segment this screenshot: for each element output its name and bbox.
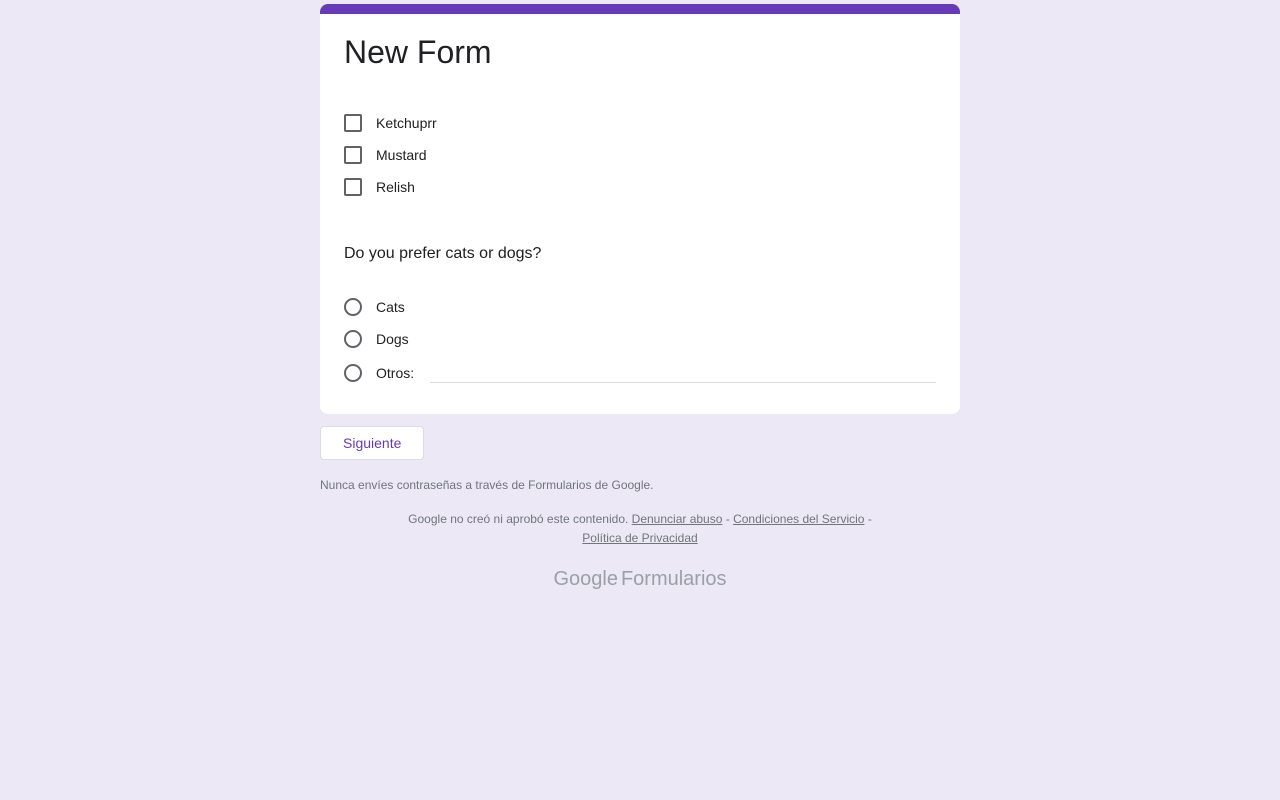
privacy-link[interactable]: Política de Privacidad <box>582 531 697 545</box>
nav-row: Siguiente <box>320 414 960 472</box>
report-abuse-link[interactable]: Denunciar abuso <box>632 512 723 526</box>
separator: - <box>722 512 733 526</box>
separator: - <box>864 512 871 526</box>
checkbox-icon[interactable] <box>344 146 362 164</box>
checkbox-label: Ketchuprr <box>376 115 437 131</box>
terms-link[interactable]: Condiciones del Servicio <box>733 512 864 526</box>
radio-option-other[interactable]: Otros: <box>344 355 936 390</box>
radio-icon[interactable] <box>344 330 362 348</box>
logo-product: Formularios <box>621 568 727 590</box>
checkbox-option[interactable]: Ketchuprr <box>344 107 936 139</box>
password-warning: Nunca envíes contraseñas a través de For… <box>320 472 960 502</box>
checkbox-icon[interactable] <box>344 178 362 196</box>
radio-other-input[interactable] <box>430 362 936 383</box>
radio-icon[interactable] <box>344 298 362 316</box>
checkbox-option[interactable]: Relish <box>344 171 936 203</box>
checkbox-icon[interactable] <box>344 114 362 132</box>
radio-question: Cats Dogs Otros: <box>320 273 960 414</box>
form-card: New Form Ketchuprr Mustard Relish Do you… <box>320 4 960 414</box>
accent-bar <box>320 4 960 14</box>
radio-option[interactable]: Cats <box>344 291 936 323</box>
form-title: New Form <box>320 14 960 77</box>
checkbox-option[interactable]: Mustard <box>344 139 936 171</box>
radio-question-title: Do you prefer cats or dogs? <box>320 227 960 273</box>
checkbox-question: Ketchuprr Mustard Relish <box>320 77 960 227</box>
checkbox-label: Mustard <box>376 147 427 163</box>
product-logo: GoogleFormularios <box>320 562 960 611</box>
radio-label: Dogs <box>376 331 409 347</box>
radio-icon[interactable] <box>344 364 362 382</box>
next-button[interactable]: Siguiente <box>320 426 424 460</box>
disclaimer-prefix: Google no creó ni aprobó este contenido. <box>408 512 632 526</box>
disclaimer: Google no creó ni aprobó este contenido.… <box>320 502 960 562</box>
radio-label: Cats <box>376 299 405 315</box>
checkbox-label: Relish <box>376 179 415 195</box>
radio-other-label: Otros: <box>376 365 414 381</box>
logo-brand: Google <box>553 568 618 590</box>
radio-option[interactable]: Dogs <box>344 323 936 355</box>
